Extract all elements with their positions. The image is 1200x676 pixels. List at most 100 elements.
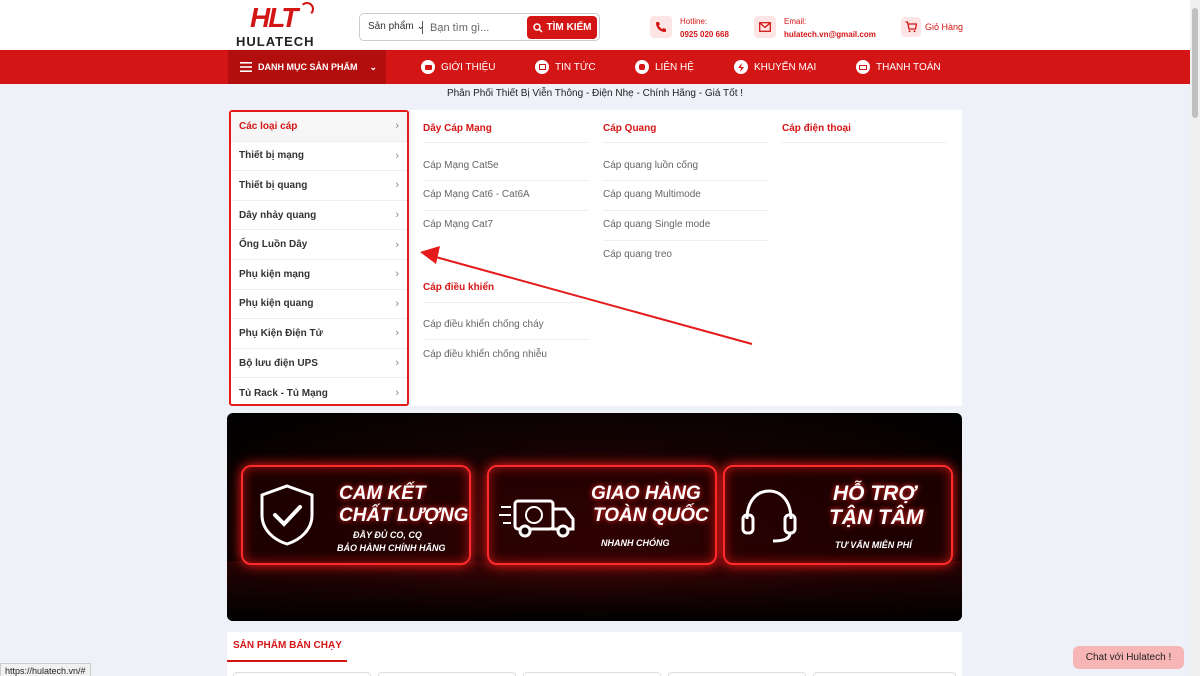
mega-link[interactable]: Cáp điều khiển chống cháy [423,319,544,330]
site-tagline: Phân Phối Thiết Bị Viễn Thông - Điện Nhẹ… [446,88,744,99]
divider [423,180,588,181]
nav-item-gioi-thieu[interactable]: GIỚI THIỆU [421,50,496,84]
nav-item-thanh-toan[interactable]: THANH TOÁN [856,50,941,84]
phone-icon [650,16,672,38]
chevron-right-icon: › [395,297,399,310]
product-card[interactable] [668,672,806,676]
hotline-value[interactable]: 0925 020 668 [680,30,729,39]
divider [423,339,588,340]
category-item[interactable]: Phụ kiện mạng › [231,260,407,290]
chevron-right-icon: › [395,357,399,370]
chevron-right-icon: › [395,268,399,281]
scrollbar-thumb[interactable] [1192,8,1198,118]
mega-group-title[interactable]: Cáp Quang [603,123,656,134]
banner-subtitle: ĐẦY ĐỦ CO, CQ [353,530,422,540]
chat-button[interactable]: Chat với Hulatech ! [1073,646,1184,669]
category-sidebar: Các loại cáp › Thiết bị mạng › Thiết bị qu… [229,110,409,406]
mega-menu: Dây Cáp Mạng Cáp Mạng Cat5e Cáp Mạng Cat… [411,110,962,406]
chevron-right-icon: › [395,120,399,133]
chevron-right-icon: › [395,327,399,340]
divider [603,142,768,143]
category-item[interactable]: Phụ Kiện Điện Tử › [231,319,407,349]
mega-group-title[interactable]: Cáp điện thoại [782,123,851,134]
hamburger-icon [240,62,252,72]
section-title: SẢN PHẨM BÁN CHẠY [233,640,342,651]
category-item[interactable]: Tủ Rack - Tủ Mạng › [231,378,407,408]
divider [423,210,588,211]
mega-link[interactable]: Cáp điều khiển chống nhiễu [423,349,547,360]
bolt-icon [734,60,748,74]
section-underline [227,660,347,662]
banner-title: TOÀN QUỐC [593,505,709,526]
banner-floor [227,561,962,621]
divider [782,142,947,143]
category-item[interactable]: Ống Luồn Dây › [231,230,407,260]
cart-icon[interactable] [901,17,921,37]
banner-subtitle: TƯ VẤN MIỄN PHÍ [835,540,912,550]
mega-link[interactable]: Cáp quang treo [603,249,672,260]
site-header: HLT HULATECH Sản phẩm ⌄ TÌM KIẾM Hotline… [0,0,1190,50]
divider [603,240,768,241]
mega-link[interactable]: Cáp quang Single mode [603,219,710,230]
category-item[interactable]: Các loại cáp › [231,112,407,142]
category-item[interactable]: Thiết bị mạng › [231,142,407,172]
mega-link[interactable]: Cáp quang luồn cống [603,160,698,171]
mega-link[interactable]: Cáp Mạng Cat7 [423,219,493,230]
search-separator [422,21,423,34]
banner-subtitle: BẢO HÀNH CHÍNH HÃNG [337,543,446,553]
nav-item-tin-tuc[interactable]: TIN TỨC [535,50,596,84]
mega-group-title[interactable]: Dây Cáp Mạng [423,123,492,134]
nav-item-label: LIÊN HỆ [655,61,694,73]
chevron-down-icon: ⌄ [416,21,425,32]
logo-text: HULATECH [236,34,315,49]
phone-icon [635,60,649,74]
search-input[interactable] [430,19,525,37]
category-item[interactable]: Phụ kiện quang › [231,290,407,320]
nav-item-khuyen-mai[interactable]: KHUYẾN MẠI [734,50,816,84]
nav-item-label: KHUYẾN MẠI [754,61,817,73]
divider [423,302,588,303]
category-item[interactable]: Thiết bị quang › [231,171,407,201]
banner-title: CHẤT LƯỢNG [339,505,469,526]
banner-title: TẬN TÂM [829,506,924,529]
product-card[interactable] [233,672,371,676]
banner-title: GIAO HÀNG [591,483,701,504]
mega-group-title[interactable]: Cáp điều khiển [423,282,494,293]
email-label: Email: [784,17,807,26]
categories-menu-button[interactable]: DANH MỤC SẢN PHẨM ⌄ [228,50,386,84]
email-value[interactable]: hulatech.vn@gmail.com [784,30,876,39]
main-nav: DANH MỤC SẢN PHẨM ⌄ GIỚI THIỆU TIN TỨC L… [0,50,1190,84]
banner-subtitle: NHANH CHÓNG [601,538,670,548]
category-item[interactable]: Bộ lưu điện UPS › [231,349,407,379]
search-button[interactable]: TÌM KIẾM [527,16,597,39]
site-logo[interactable]: HLT HULATECH [232,2,322,49]
chevron-right-icon: › [395,179,399,192]
search-category-select[interactable]: Sản phẩm ⌄ [368,21,425,32]
divider [423,142,588,143]
delivery-truck-icon [499,499,575,538]
promo-banner[interactable]: CAM KẾT CHẤT LƯỢNG ĐẦY ĐỦ CO, CQ BẢO HÀN… [227,413,962,621]
headset-icon [741,489,797,543]
nav-item-lien-he[interactable]: LIÊN HỆ [635,50,694,84]
divider [603,210,768,211]
cart-label[interactable]: Giỏ Hàng [925,22,963,32]
product-card[interactable] [378,672,516,676]
category-item[interactable]: Dây nhảy quang › [231,201,407,231]
chevron-right-icon: › [395,149,399,162]
chevron-right-icon: › [395,387,399,400]
best-sellers-section: SẢN PHẨM BÁN CHẠY [227,632,962,676]
product-card[interactable] [813,672,956,676]
info-icon [421,60,435,74]
search-button-label: TÌM KIẾM [546,22,592,33]
divider [603,180,768,181]
page-scrollbar[interactable] [1190,0,1200,676]
banner-title: CAM KẾT [339,483,426,504]
mega-link[interactable]: Cáp Mạng Cat5e [423,160,499,171]
chevron-right-icon: › [395,238,399,251]
banner-title: HỖ TRỢ [833,482,916,505]
shield-check-icon [260,484,314,546]
banner-card-quality: CAM KẾT CHẤT LƯỢNG ĐẦY ĐỦ CO, CQ BẢO HÀN… [241,465,471,565]
mega-link[interactable]: Cáp Mạng Cat6 - Cat6A [423,189,530,200]
mega-link[interactable]: Cáp quang Multimode [603,189,701,200]
product-card[interactable] [523,672,661,676]
